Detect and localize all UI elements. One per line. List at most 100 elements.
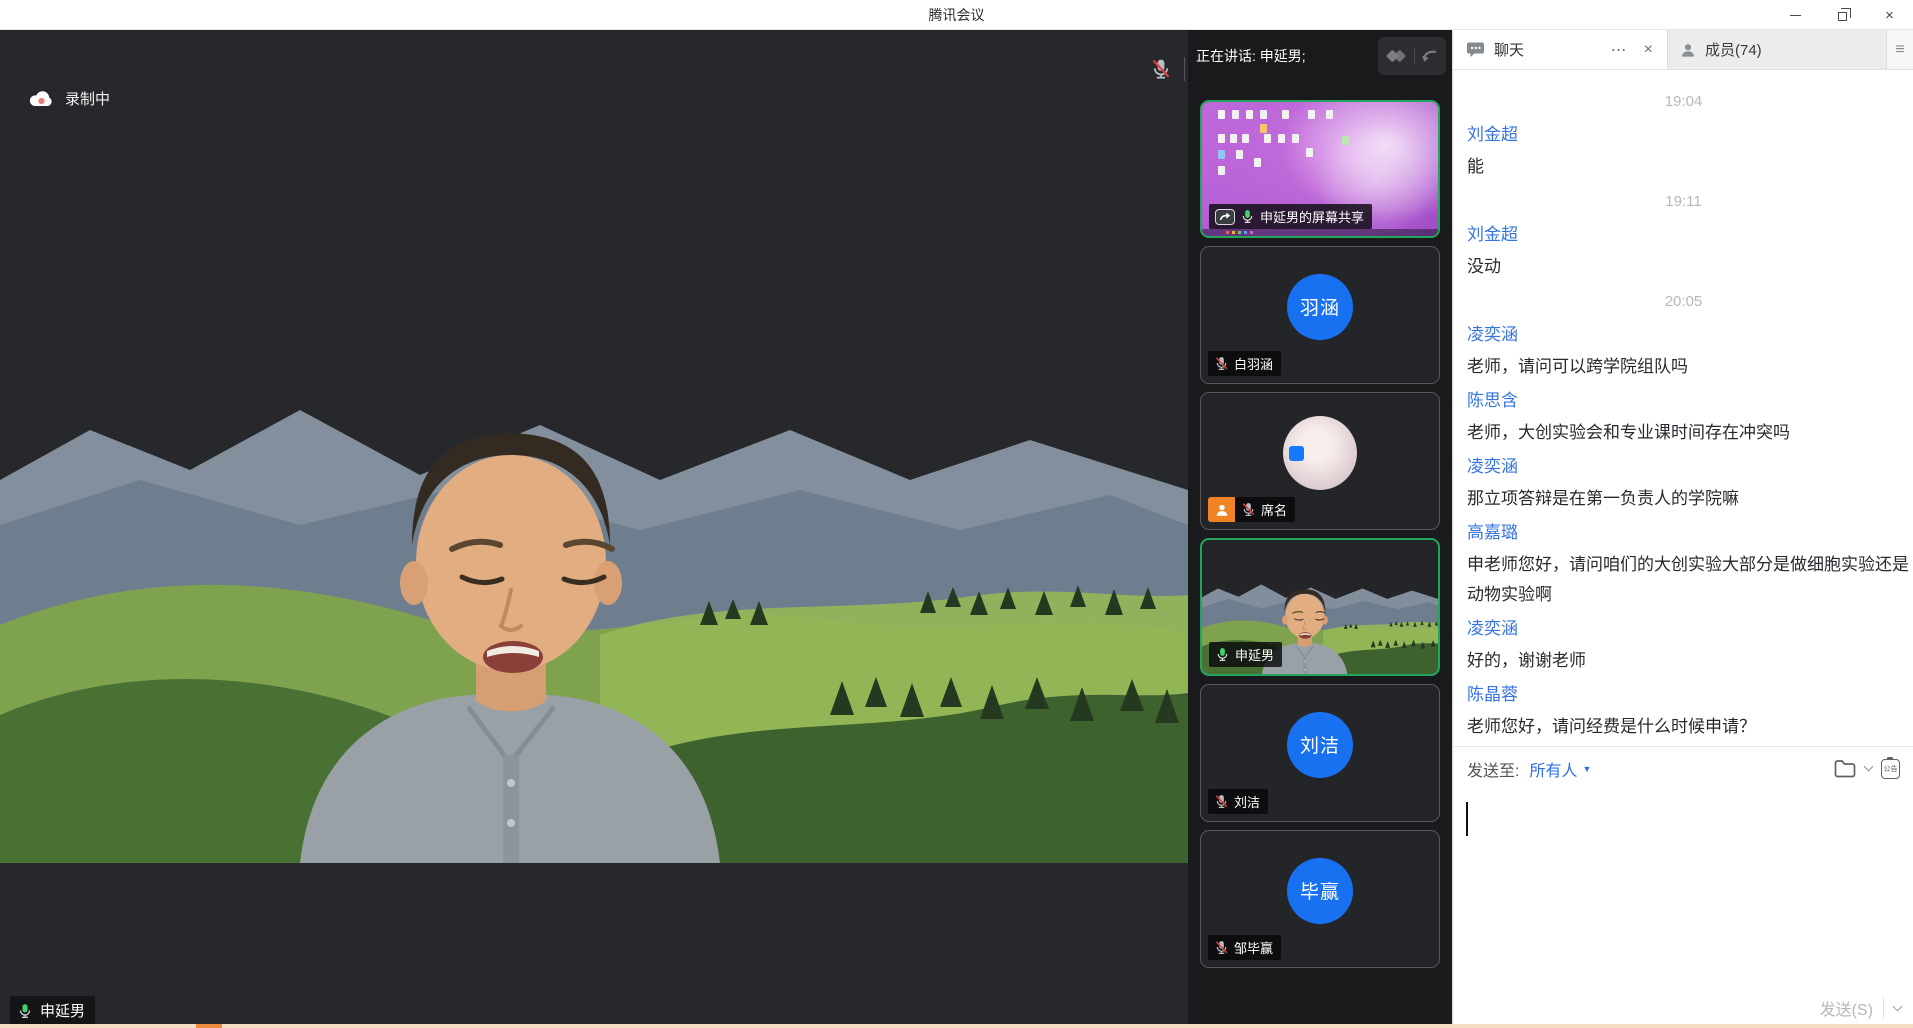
tile-label: 邹毕赢 (1208, 935, 1281, 960)
return-arrow-icon[interactable] (1420, 46, 1440, 66)
avatar-badge (1289, 446, 1304, 461)
tile-label: 申延男 (1209, 642, 1282, 667)
chat-sender: 凌奕涵 (1467, 322, 1913, 347)
tile-participant[interactable]: 毕赢 邹毕赢 (1200, 830, 1440, 968)
chat-sender: 陈晶蓉 (1467, 682, 1913, 707)
tab-members[interactable]: 成员(74) (1667, 30, 1887, 69)
tile-name: 申延男 (1235, 645, 1274, 664)
video-tiles: 申延男的屏幕共享 羽涵 白羽涵 (1200, 100, 1440, 968)
chat-timestamp: 20:05 (1467, 291, 1900, 313)
title-bar: 腾讯会议 × (0, 0, 1913, 30)
avatar: 毕赢 (1287, 858, 1353, 924)
chat-message: 申老师您好，请问咱们的大创实验大部分是做细胞实验还是动物实验啊 (1467, 550, 1913, 610)
chat-timestamp: 19:04 (1467, 91, 1900, 113)
chat-timestamp: 19:11 (1467, 191, 1900, 213)
chat-message: 老师，请问可以跨学院组队吗 (1467, 352, 1913, 382)
tile-label: 刘洁 (1208, 789, 1268, 814)
chat-more-button[interactable]: ⋯ (1607, 40, 1631, 60)
stage-mute-button[interactable] (1146, 54, 1176, 84)
chat-sender: 刘金超 (1467, 222, 1913, 247)
nav-divider (1414, 47, 1415, 65)
meeting-window: 腾讯会议 × 录制中 申延男 正在讲话: 申延男; (0, 0, 1913, 1028)
folder-chevron-icon[interactable] (1864, 762, 1874, 772)
tile-speaker-camera[interactable]: 申延男 (1200, 538, 1440, 676)
mic-on-icon (1240, 209, 1255, 224)
speaker-name: 申延男 (40, 1000, 85, 1021)
tile-label: 白羽涵 (1208, 351, 1281, 376)
tile-participant[interactable]: 羽涵 白羽涵 (1200, 246, 1440, 384)
panel-menu-button[interactable]: ≡ (1887, 30, 1913, 69)
minimize-icon (1790, 15, 1801, 16)
tile-name: 白羽涵 (1234, 354, 1273, 373)
filmstrip-panel: 正在讲话: 申延男; 申延男的屏幕共享 (1188, 30, 1452, 1028)
recording-indicator[interactable]: 录制中 (28, 88, 110, 109)
chat-tab-bar: 聊天 ⋯ × 成员(74) ≡ (1453, 30, 1913, 70)
send-divider (1883, 997, 1884, 1019)
taskbar-dots (1226, 231, 1229, 234)
chat-message: 老师您好，请问经费是什么时候申请？ (1467, 712, 1913, 742)
main-stage: 录制中 申延男 (0, 30, 1188, 1028)
members-icon (1680, 42, 1696, 58)
taskbar-edge (0, 1024, 1913, 1028)
send-to-value: 所有人 (1529, 757, 1577, 781)
chat-close-button[interactable]: × (1640, 41, 1657, 59)
tile-label: 席名 (1235, 497, 1295, 522)
tile-screen-share[interactable]: 申延男的屏幕共享 (1200, 100, 1440, 238)
tile-label: 申延男的屏幕共享 (1209, 204, 1372, 229)
person-icon (1215, 503, 1229, 517)
desktop-icons (1202, 102, 1209, 111)
send-to-dropdown[interactable]: 所有人 ▼ (1529, 757, 1591, 781)
tab-chat[interactable]: 聊天 ⋯ × (1453, 30, 1667, 69)
shared-taskbar (1202, 229, 1438, 236)
chat-sender: 刘金超 (1467, 122, 1913, 147)
chat-message: 老师，大创实验会和专业课时间存在冲突吗 (1467, 418, 1913, 448)
chat-sender: 陈思含 (1467, 388, 1913, 413)
members-tab-label: 成员(74) (1705, 39, 1762, 60)
cloud-record-icon (28, 90, 54, 108)
mic-muted-icon (1214, 356, 1229, 371)
taskbar-edge-accent (196, 1024, 222, 1028)
filmstrip-header: 正在讲话: 申延男; (1188, 30, 1452, 82)
window-controls: × (1772, 0, 1913, 30)
pages-icon[interactable] (1385, 46, 1409, 66)
chat-message-list[interactable]: 19:04 刘金超 能 19:11 刘金超 没动 20:05 凌奕涵 老师，请问… (1453, 70, 1913, 746)
tile-participant[interactable]: 席名 (1200, 392, 1440, 530)
restore-button[interactable] (1819, 0, 1866, 30)
avatar: 羽涵 (1287, 274, 1353, 340)
mic-on-icon (17, 1003, 33, 1019)
chat-tab-label: 聊天 (1494, 39, 1598, 60)
stage-speaker-label: 申延男 (10, 996, 95, 1025)
avatar-photo (1283, 416, 1357, 490)
tile-name: 席名 (1261, 500, 1287, 519)
tile-name: 邹毕赢 (1234, 938, 1273, 957)
speaker-video (0, 195, 1188, 863)
chat-input[interactable] (1453, 790, 1913, 982)
tile-name: 刘洁 (1234, 792, 1260, 811)
chat-panel: 聊天 ⋯ × 成员(74) ≡ 19:04 刘金超 能 19:11 刘金超 没动… (1452, 30, 1913, 1028)
avatar: 刘洁 (1287, 712, 1353, 778)
mic-muted-icon (1214, 940, 1229, 955)
tile-participant[interactable]: 刘洁 刘洁 (1200, 684, 1440, 822)
file-folder-icon[interactable] (1834, 760, 1856, 778)
chat-message: 那立项答辩是在第一负责人的学院嘛 (1467, 484, 1913, 514)
recording-label: 录制中 (65, 88, 110, 109)
speaking-banner: 正在讲话: 申延男; (1196, 46, 1378, 66)
chat-message: 没动 (1467, 252, 1913, 282)
send-to-label: 发送至: (1467, 757, 1519, 781)
close-button[interactable]: × (1866, 0, 1913, 30)
filmstrip-nav (1378, 37, 1446, 75)
announcement-button[interactable]: 公告 (1881, 759, 1900, 779)
minimize-button[interactable] (1772, 0, 1819, 30)
mic-on-icon (1215, 647, 1230, 662)
window-title: 腾讯会议 (0, 5, 1913, 25)
restore-icon (1838, 12, 1847, 21)
stage-divider (1184, 57, 1185, 81)
announcement-label: 公告 (1884, 764, 1898, 774)
chat-message: 好的，谢谢老师 (1467, 646, 1913, 676)
mic-muted-icon (1150, 58, 1172, 80)
send-options-chevron[interactable] (1893, 1001, 1903, 1011)
send-button[interactable]: 发送(S) (1820, 996, 1873, 1020)
composer-toolbar: 发送至: 所有人 ▼ 公告 (1453, 746, 1913, 790)
mic-muted-icon (1214, 794, 1229, 809)
chat-bubble-icon (1466, 41, 1485, 58)
